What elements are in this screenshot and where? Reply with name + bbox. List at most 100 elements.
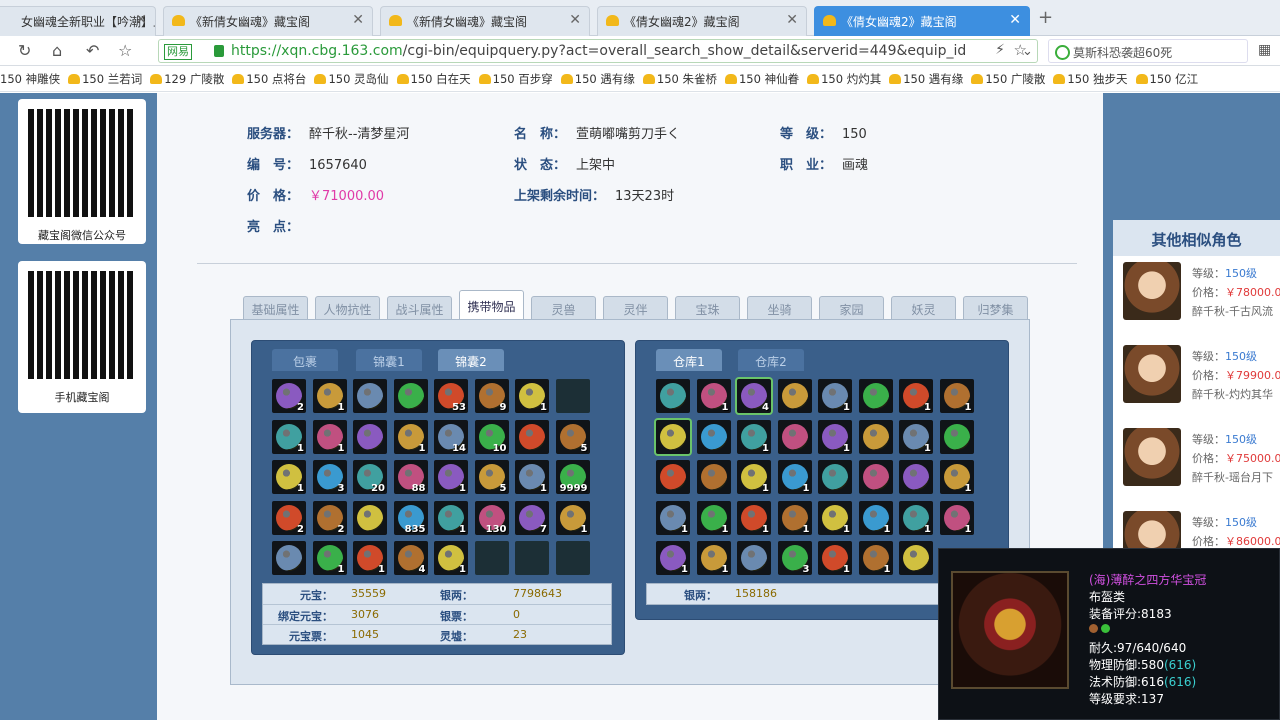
inventory-slot[interactable]: 1: [939, 379, 974, 413]
inventory-slot[interactable]: 1: [818, 379, 852, 413]
inventory-slot[interactable]: [353, 419, 387, 454]
bookmark-item[interactable]: 150 灵岛仙: [314, 71, 396, 87]
bookmark-item[interactable]: 150 亿江: [1135, 71, 1207, 87]
inventory-slot[interactable]: 1: [696, 500, 731, 535]
inventory-slot[interactable]: 4: [393, 541, 428, 575]
inventory-slot[interactable]: 1: [939, 500, 974, 535]
bolt-icon[interactable]: ⚡: [995, 42, 1005, 58]
inventory-slot[interactable]: 3: [312, 460, 347, 494]
inventory-slot[interactable]: 9: [474, 379, 509, 413]
inventory-slot[interactable]: 1: [515, 460, 549, 494]
inventory-slot[interactable]: 88: [393, 460, 428, 494]
inventory-slot[interactable]: 53: [434, 379, 468, 413]
warehouse-tab-1[interactable]: 仓库2: [738, 349, 804, 371]
apps-grid-icon[interactable]: ▦: [1258, 42, 1271, 58]
bookmark-item[interactable]: 150 朱雀桥: [642, 71, 725, 87]
inventory-slot[interactable]: [515, 419, 549, 454]
inventory-slot[interactable]: [515, 541, 549, 575]
inventory-slot[interactable]: [777, 419, 812, 454]
home-icon[interactable]: ⌂: [52, 41, 62, 60]
inventory-slot[interactable]: 130: [474, 500, 509, 535]
inventory-slot[interactable]: 1: [696, 379, 731, 413]
inventory-slot[interactable]: 1: [899, 500, 933, 535]
close-icon[interactable]: ✕: [1009, 12, 1021, 28]
warehouse-tab-0[interactable]: 仓库1: [656, 349, 722, 371]
inventory-slot[interactable]: 1: [656, 541, 690, 575]
game-tab-0[interactable]: 基础属性: [243, 296, 308, 319]
game-tab-5[interactable]: 灵伴: [603, 296, 668, 319]
inventory-slot[interactable]: [272, 541, 306, 575]
inventory-slot[interactable]: 5: [555, 419, 590, 454]
role-avatar[interactable]: [1123, 345, 1181, 403]
game-tab-8[interactable]: 家园: [819, 296, 884, 319]
inventory-slot[interactable]: [858, 460, 893, 494]
inventory-slot[interactable]: 1: [818, 541, 852, 575]
inventory-slot[interactable]: 1: [858, 541, 893, 575]
inventory-slot[interactable]: 3: [777, 541, 812, 575]
game-tab-1[interactable]: 人物抗性: [315, 296, 380, 319]
bag-tab-0[interactable]: 包裹: [272, 349, 338, 371]
close-icon[interactable]: ✕: [786, 12, 798, 28]
inventory-slot[interactable]: 1: [737, 500, 771, 535]
inventory-slot[interactable]: 1: [777, 460, 812, 494]
bag-tab-1[interactable]: 锦囊1: [356, 349, 422, 371]
inventory-slot[interactable]: 10: [474, 419, 509, 454]
browser-tab-5-active[interactable]: 《倩女幽魂2》藏宝阁 ✕: [814, 6, 1030, 36]
inventory-slot[interactable]: 1: [515, 379, 549, 413]
inventory-slot[interactable]: 1: [272, 419, 306, 454]
inventory-slot[interactable]: 20: [353, 460, 387, 494]
close-icon[interactable]: ✕: [135, 12, 147, 28]
inventory-slot[interactable]: 1: [858, 500, 893, 535]
inventory-slot[interactable]: 1: [899, 379, 933, 413]
bookmark-item[interactable]: 150 独步天: [1053, 71, 1135, 87]
undo-icon[interactable]: ↶: [86, 41, 99, 60]
inventory-slot[interactable]: 1: [393, 419, 428, 454]
inventory-slot[interactable]: 1: [434, 541, 468, 575]
inventory-slot[interactable]: [353, 500, 387, 535]
bookmark-item[interactable]: 150 广陵散: [971, 71, 1053, 87]
inventory-slot[interactable]: 2: [312, 500, 347, 535]
inventory-slot[interactable]: 1: [312, 379, 347, 413]
bookmark-item[interactable]: 150 神雕侠: [0, 71, 68, 87]
inventory-slot[interactable]: 9999: [555, 460, 590, 494]
browser-tab-4[interactable]: 《倩女幽魂2》藏宝阁 ✕: [597, 6, 807, 36]
refresh-icon[interactable]: ↻: [18, 41, 31, 60]
inventory-slot[interactable]: [737, 541, 771, 575]
inventory-slot[interactable]: [656, 460, 690, 494]
similar-role-line[interactable]: 醉千秋-千古风流: [1192, 303, 1273, 319]
inventory-slot[interactable]: [899, 541, 933, 575]
chevron-down-icon[interactable]: ⌄: [1022, 44, 1033, 59]
inventory-slot[interactable]: 1: [353, 541, 387, 575]
url-field[interactable]: 网易 https://xqn.cbg.163.com/cgi-bin/equip…: [158, 39, 1038, 63]
inventory-slot[interactable]: 2: [272, 500, 306, 535]
inventory-slot[interactable]: 14: [434, 419, 468, 454]
inventory-slot[interactable]: 1: [434, 460, 468, 494]
inventory-slot[interactable]: 2: [272, 379, 306, 413]
game-tab-2[interactable]: 战斗属性: [387, 296, 452, 319]
bookmark-item[interactable]: 150 遇有缘: [889, 71, 971, 87]
role-avatar[interactable]: [1123, 262, 1181, 320]
inventory-slot[interactable]: [353, 379, 387, 413]
inventory-slot[interactable]: [656, 419, 690, 454]
inventory-slot[interactable]: 1: [899, 419, 933, 454]
role-avatar[interactable]: [1123, 428, 1181, 486]
game-tab-4[interactable]: 灵兽: [531, 296, 596, 319]
inventory-slot[interactable]: 1: [737, 460, 771, 494]
inventory-slot[interactable]: [555, 379, 590, 413]
browser-tab-1[interactable]: 女幽魂全新职业【吟潮】上 ✕: [0, 6, 156, 36]
close-icon[interactable]: ✕: [569, 12, 581, 28]
bookmark-item[interactable]: 129 广陵散: [150, 71, 232, 87]
inventory-slot[interactable]: [393, 379, 428, 413]
inventory-slot[interactable]: 1: [818, 419, 852, 454]
inventory-slot[interactable]: 1: [312, 419, 347, 454]
inventory-slot[interactable]: [696, 460, 731, 494]
similar-role-line[interactable]: 醉千秋-瑶台月下: [1192, 469, 1273, 485]
inventory-slot[interactable]: 835: [393, 500, 428, 535]
inventory-slot[interactable]: 1: [696, 541, 731, 575]
inventory-slot[interactable]: [696, 419, 731, 454]
game-tab-10[interactable]: 归梦集: [963, 296, 1028, 319]
inventory-slot[interactable]: 1: [555, 500, 590, 535]
inventory-slot[interactable]: [656, 379, 690, 413]
inventory-slot[interactable]: 4: [737, 379, 771, 413]
similar-role-line[interactable]: 醉千秋-灼灼其华: [1192, 386, 1273, 402]
